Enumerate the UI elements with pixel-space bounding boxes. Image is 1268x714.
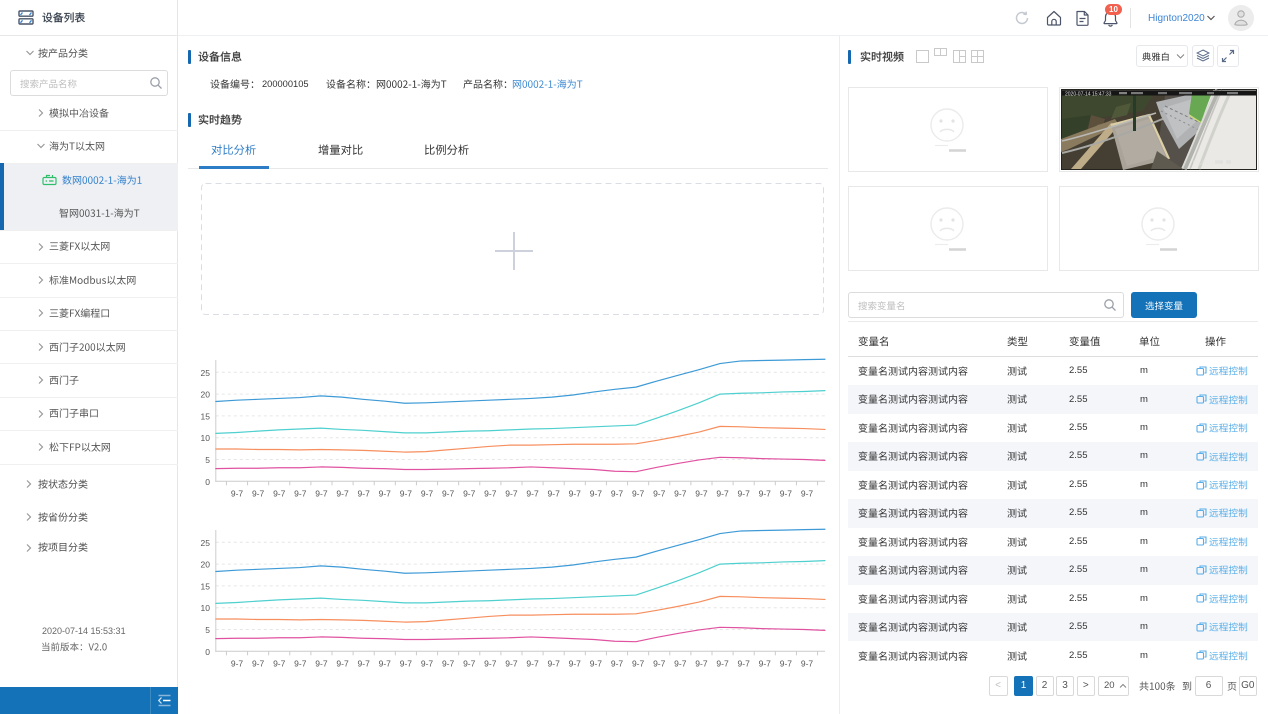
svg-text:9-7: 9-7 <box>653 488 666 498</box>
svg-text:9-7: 9-7 <box>526 659 539 669</box>
svg-text:9-7: 9-7 <box>273 659 286 669</box>
svg-text:2020-07-14 15:47:33: 2020-07-14 15:47:33 <box>1065 91 1112 97</box>
svg-text:9-7: 9-7 <box>400 659 413 669</box>
svg-text:9-7: 9-7 <box>315 488 328 498</box>
svg-text:9-7: 9-7 <box>421 488 434 498</box>
svg-text:10: 10 <box>201 433 211 443</box>
svg-text:15: 15 <box>201 411 211 421</box>
svg-text:9-7: 9-7 <box>716 488 729 498</box>
svg-text:9-7: 9-7 <box>484 488 497 498</box>
svg-text:15: 15 <box>201 582 211 592</box>
svg-text:9-7: 9-7 <box>231 488 244 498</box>
svg-text:9-7: 9-7 <box>379 488 392 498</box>
svg-text:9-7: 9-7 <box>695 488 708 498</box>
svg-text:9-7: 9-7 <box>548 488 561 498</box>
svg-text:9-7: 9-7 <box>801 488 814 498</box>
svg-text:9-7: 9-7 <box>759 488 772 498</box>
svg-text:9-7: 9-7 <box>442 488 455 498</box>
svg-text:9-7: 9-7 <box>548 659 561 669</box>
svg-text:9-7: 9-7 <box>590 488 603 498</box>
svg-text:9-7: 9-7 <box>315 659 328 669</box>
svg-text:9-7: 9-7 <box>379 659 392 669</box>
svg-text:9-7: 9-7 <box>695 659 708 669</box>
svg-text:9-7: 9-7 <box>780 659 793 669</box>
svg-text:9-7: 9-7 <box>569 488 582 498</box>
svg-text:9-7: 9-7 <box>674 488 687 498</box>
svg-text:9-7: 9-7 <box>632 659 645 669</box>
svg-text:9-7: 9-7 <box>590 659 603 669</box>
svg-text:9-7: 9-7 <box>611 488 624 498</box>
svg-text:25: 25 <box>201 368 211 378</box>
svg-text:9-7: 9-7 <box>780 488 793 498</box>
svg-text:9-7: 9-7 <box>273 488 286 498</box>
svg-text:9-7: 9-7 <box>336 659 349 669</box>
svg-text:10: 10 <box>201 603 211 613</box>
svg-text:9-7: 9-7 <box>252 488 265 498</box>
svg-text:0: 0 <box>205 647 210 657</box>
svg-text:9-7: 9-7 <box>759 659 772 669</box>
svg-text:20: 20 <box>201 560 211 570</box>
svg-text:9-7: 9-7 <box>336 488 349 498</box>
svg-text:9-7: 9-7 <box>484 659 497 669</box>
svg-text:9-7: 9-7 <box>653 659 666 669</box>
svg-text:9-7: 9-7 <box>569 659 582 669</box>
svg-text:9-7: 9-7 <box>421 659 434 669</box>
svg-text:9-7: 9-7 <box>442 659 455 669</box>
svg-text:9-7: 9-7 <box>674 659 687 669</box>
svg-text:9-7: 9-7 <box>738 488 751 498</box>
svg-text:9-7: 9-7 <box>231 659 244 669</box>
svg-text:9-7: 9-7 <box>505 488 518 498</box>
svg-text:9-7: 9-7 <box>358 488 371 498</box>
svg-text:9-7: 9-7 <box>294 659 307 669</box>
svg-text:9-7: 9-7 <box>526 488 539 498</box>
svg-text:9-7: 9-7 <box>252 659 265 669</box>
svg-text:9-7: 9-7 <box>505 659 518 669</box>
svg-text:9-7: 9-7 <box>801 659 814 669</box>
svg-text:9-7: 9-7 <box>632 488 645 498</box>
svg-text:9-7: 9-7 <box>611 659 624 669</box>
svg-text:25: 25 <box>201 538 211 548</box>
svg-text:9-7: 9-7 <box>463 659 476 669</box>
svg-text:9-7: 9-7 <box>400 488 413 498</box>
svg-text:9-7: 9-7 <box>738 659 751 669</box>
svg-text:5: 5 <box>205 625 210 635</box>
svg-text:9-7: 9-7 <box>463 488 476 498</box>
svg-text:0: 0 <box>205 477 210 487</box>
svg-text:20: 20 <box>201 390 211 400</box>
svg-text:9-7: 9-7 <box>294 488 307 498</box>
svg-text:IPC/7411: IPC/7411 <box>1193 161 1214 167</box>
svg-text:9-7: 9-7 <box>358 659 371 669</box>
svg-text:5: 5 <box>205 455 210 465</box>
svg-text:9-7: 9-7 <box>716 659 729 669</box>
